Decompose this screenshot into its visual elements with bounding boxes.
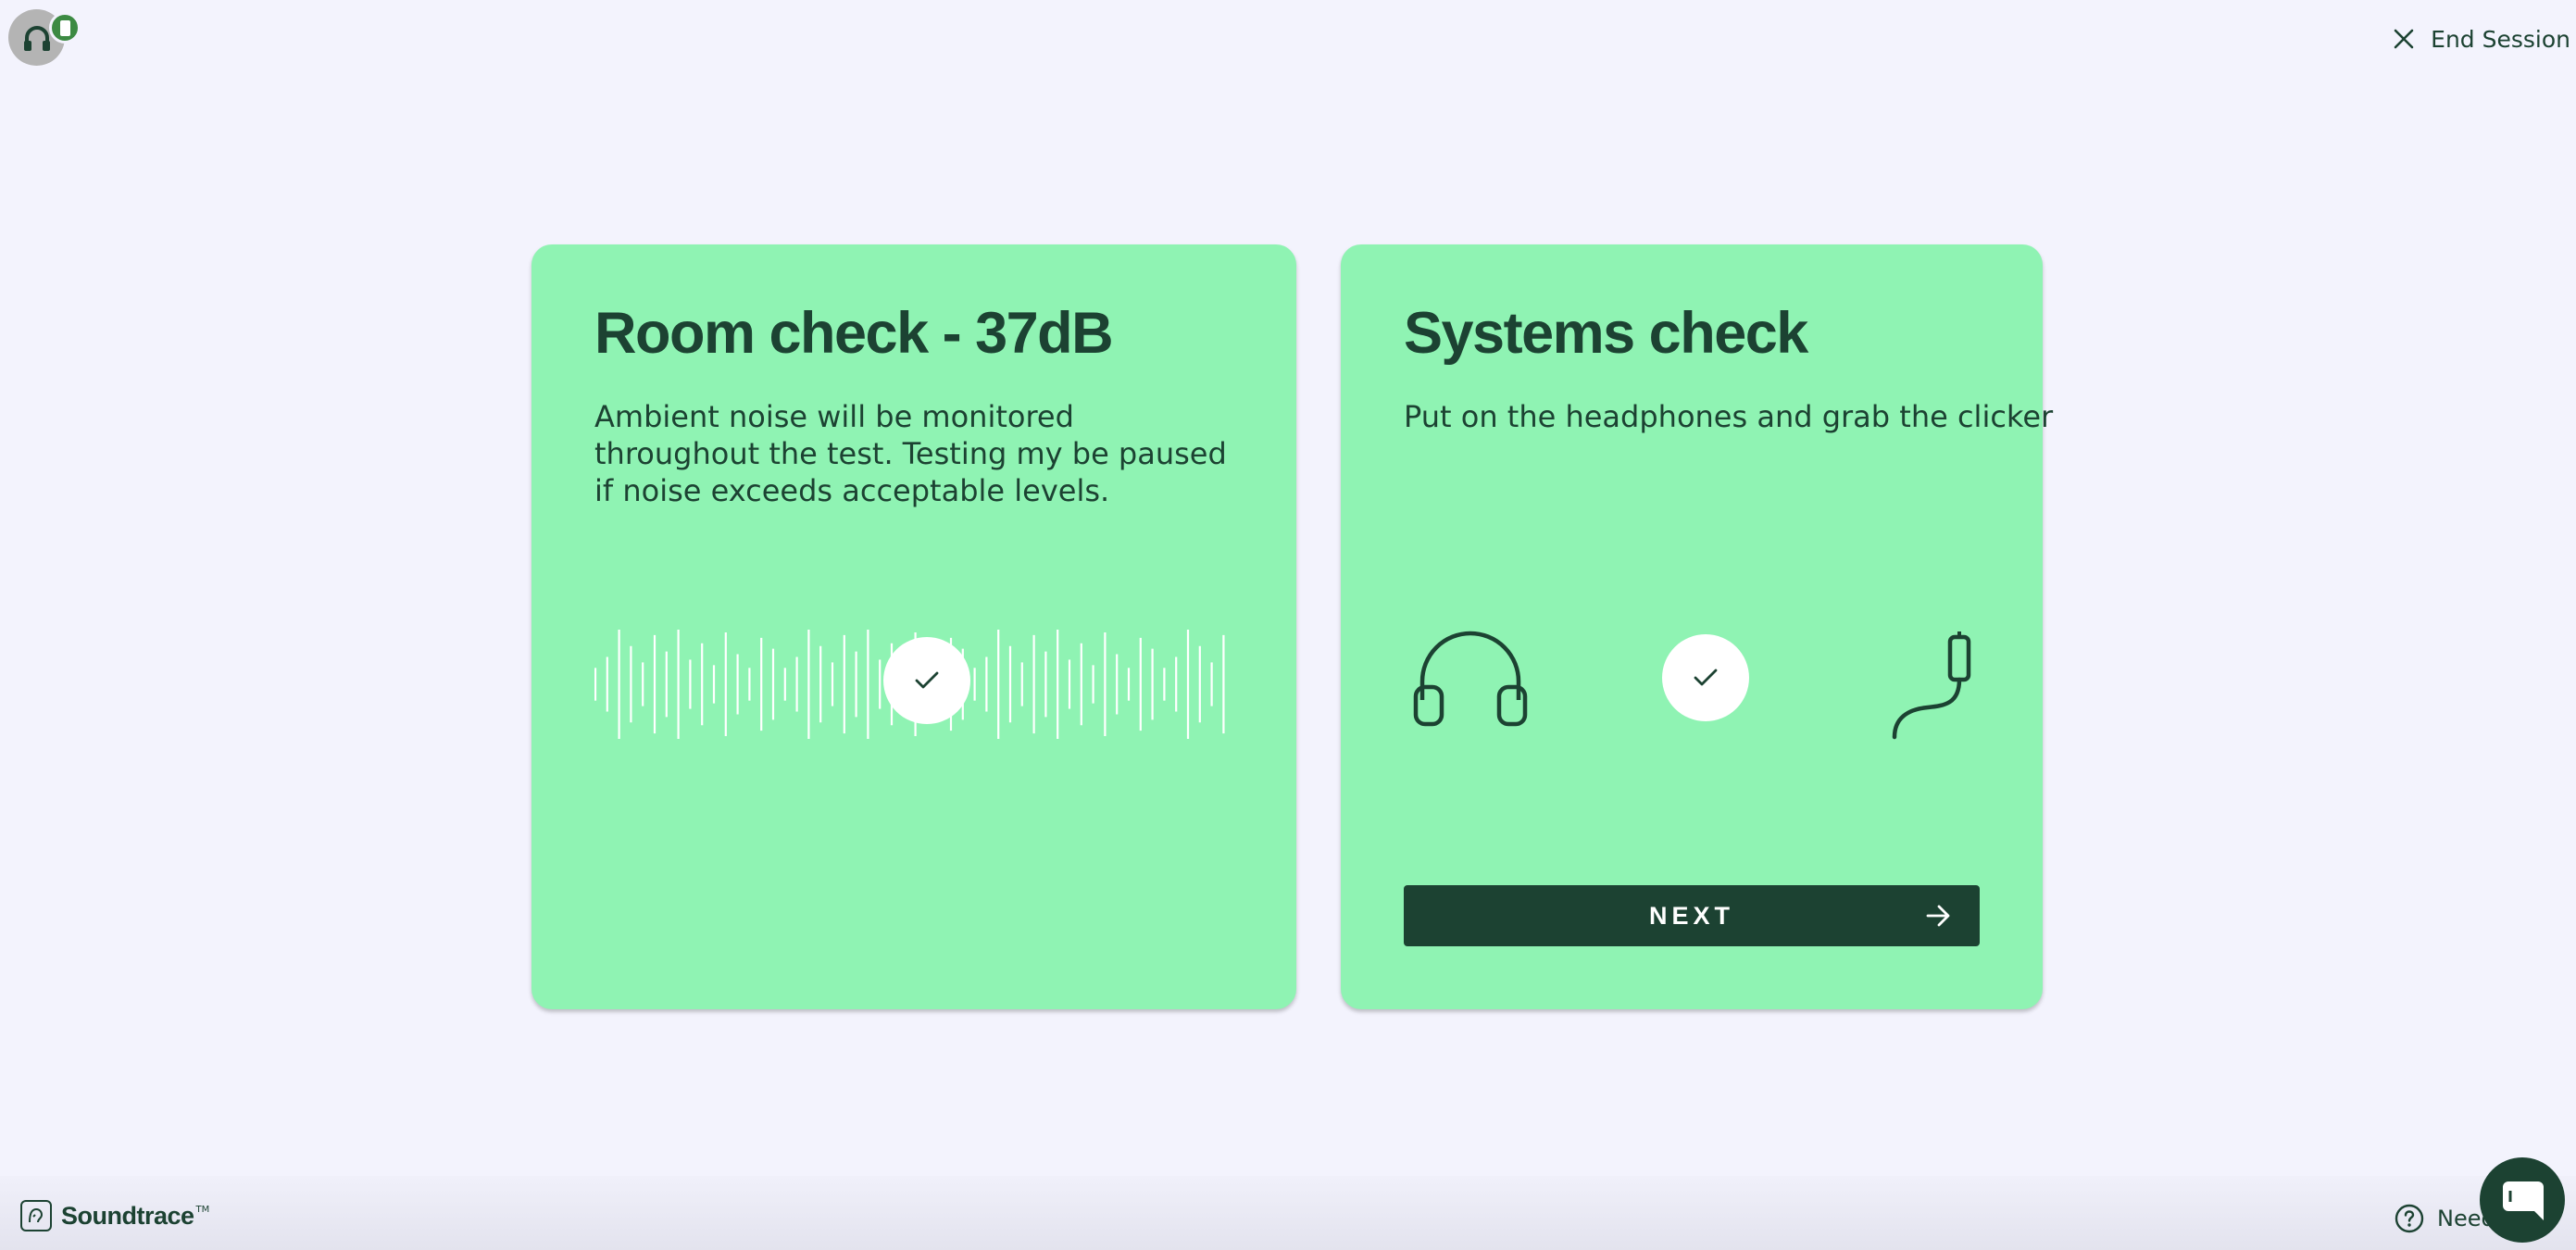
end-session-label: End Session	[2431, 25, 2570, 53]
chat-bubble-icon	[2503, 1181, 2544, 1220]
systems-check-title: Systems check	[1404, 301, 1808, 366]
check-icon	[915, 671, 939, 689]
systems-check-status	[1662, 634, 1749, 721]
check-icon	[1694, 669, 1718, 686]
clicker-icon	[1892, 631, 1971, 740]
trademark-mark: TM	[195, 1204, 210, 1215]
room-check-description: Ambient noise will be monitored througho…	[594, 399, 1227, 508]
device-status-avatar[interactable]	[8, 9, 81, 66]
footer: Soundtrace TM Need	[0, 1176, 2576, 1250]
headphones-icon	[1413, 631, 1528, 727]
brand-logo: Soundtrace TM	[20, 1200, 209, 1231]
systems-check-card: Systems check Put on the headphones and …	[1341, 244, 2054, 1009]
next-button[interactable]: NEXT	[1404, 885, 1980, 946]
systems-check-description: Put on the headphones and grab the click…	[1404, 399, 2054, 434]
battery-status-badge	[49, 12, 81, 44]
room-check-title: Room check - 37dB	[594, 301, 1114, 366]
battery-icon	[59, 19, 70, 36]
next-button-label: NEXT	[1648, 901, 1734, 930]
arrow-right-icon	[1926, 905, 1950, 927]
close-icon	[2394, 29, 2414, 49]
headphones-icon	[23, 25, 50, 51]
end-session-button[interactable]: End Session	[2394, 20, 2570, 57]
help-icon	[2395, 1204, 2424, 1233]
chat-launcher-button[interactable]	[2480, 1157, 2565, 1243]
room-check-status	[883, 637, 970, 724]
room-check-card: Room check - 37dB Ambient noise will be …	[531, 244, 1296, 1009]
brand-name: Soundtrace	[61, 1201, 194, 1230]
brand-mark-icon	[20, 1200, 52, 1231]
